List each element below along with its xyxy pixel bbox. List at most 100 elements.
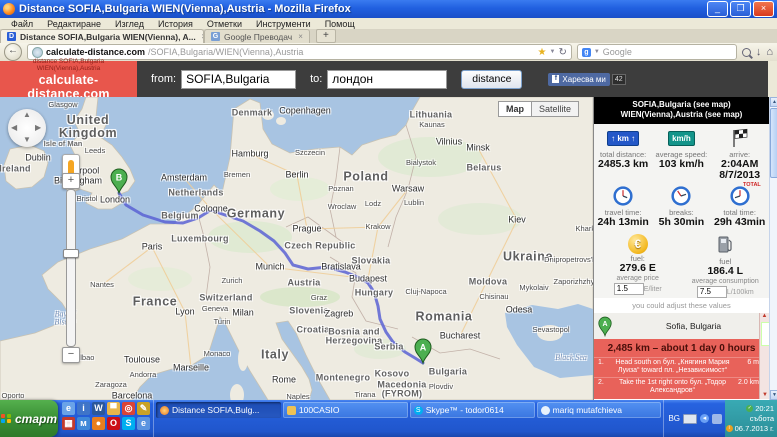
internet-explorer-icon[interactable]: e [62,402,75,415]
directions-origin-row[interactable]: A Sofia, Bulgaria [594,313,769,339]
start-button[interactable]: старт [0,400,58,437]
from-input[interactable] [181,70,296,89]
map-label: Czech Republic [284,241,355,250]
menu-item-2[interactable]: Изглед [108,19,151,29]
window-titlebar[interactable]: Distance SOFIA,Bulgaria WIEN(Vienna),Aus… [0,0,777,18]
site-identity-icon[interactable] [32,47,43,58]
tab-google-translate[interactable]: G Google Преводач × [204,29,310,43]
menu-item-0[interactable]: Файл [4,19,40,29]
menu-item-3[interactable]: История [151,19,200,29]
zoom-in-button[interactable]: + [62,173,80,189]
reload-icon[interactable]: ↻ [558,47,566,58]
home-icon[interactable]: ⌂ [766,46,773,58]
menu-item-5[interactable]: Инструменти [249,19,318,29]
site-logo[interactable]: distance SOFIA,Bulgaria WIEN(Vienna),Aus… [0,61,137,97]
facebook-like-count: 42 [612,74,626,85]
menu-item-1[interactable]: Редактиране [40,19,108,29]
map-label: Luxembourg [171,234,229,243]
map-label: Macedonia(FYROM) [377,381,426,400]
map-label: Netherlands [168,188,223,197]
tab-favicon: D [7,32,16,41]
tools-icon[interactable]: ✎ [137,402,150,415]
taskbar-button-folder[interactable]: 100CASIO [283,402,408,418]
tab-distance[interactable]: D Distance SOFIA,Bulgaria WIEN(Vienna), … [0,29,204,43]
direction-step[interactable]: 1. Head south on бул. „Княгиня Мария Луи… [594,357,769,377]
windows-logo-icon [1,414,11,424]
facebook-like-widget[interactable]: fХаресва ми 42 [548,73,625,86]
map-label: Zaragoza [95,381,127,389]
messenger-icon[interactable]: i [77,402,90,415]
fuel-consumption-input[interactable] [697,286,727,298]
directions-scroll-thumb[interactable] [761,322,769,346]
directions-scroll-down-icon[interactable]: ▼ [762,392,768,398]
stat-travel-time: travel time: 24h 13min [594,184,652,228]
origin-link[interactable]: SOFIA,Bulgaria (see map) [594,100,769,110]
search-bar[interactable]: g ▼ Google [577,44,737,60]
zoom-slider-handle[interactable] [63,249,79,258]
menu-item-6[interactable]: Помощ [318,19,362,29]
google-engine-icon[interactable]: g [582,48,591,57]
directions-scrollbar[interactable]: ▲▼ [759,313,769,399]
map-label: Vilnius [436,137,462,146]
close-button[interactable]: × [753,1,774,17]
distance-button[interactable]: distance [461,70,522,89]
scroll-thumb[interactable] [770,108,777,178]
tab-close-icon[interactable]: × [298,32,303,41]
map-type-button[interactable]: Map [498,101,532,117]
map-label: Switzerland [199,293,252,302]
restore-button[interactable]: ❐ [730,1,751,17]
switch-user-icon[interactable]: ▦ [62,417,75,430]
taskbar-button-firefox[interactable]: Distance SOFIA,Bulg... [156,402,281,418]
destination-link[interactable]: WIEN(Vienna),Austria (see map) [594,110,769,120]
zoom-out-button[interactable]: − [62,347,80,363]
facebook-like-label: Харесва ми [562,75,605,84]
to-input[interactable] [327,70,447,89]
collapse-tray-icon[interactable]: ◂ [700,414,709,423]
fuel-price-input[interactable] [614,283,644,295]
map-label: Isle of Man [44,140,83,148]
firefox-icon[interactable]: ● [92,417,105,430]
map-label: Budapest [349,274,387,283]
keyboard-icon[interactable] [683,414,697,424]
map-pan-control[interactable]: ▲ ▼ ◀ ▶ [8,109,46,147]
direction-step[interactable]: 2. Take the 1st right onto бул. „Тодор А… [594,377,769,397]
language-indicator[interactable]: BG [668,414,680,423]
map-label: Bratislava [321,262,361,271]
map-label: Cluj-Napoca [405,288,446,296]
downloads-icon[interactable]: ↓ [756,46,762,58]
pan-down-icon[interactable]: ▼ [23,135,31,144]
map-canvas[interactable]: B A UnitedKingdomGermanyFranceItalyPolan… [0,97,593,400]
folder-icon[interactable]: ▀ [107,402,120,415]
opera-icon[interactable]: O [107,417,120,430]
word-icon[interactable]: W [92,402,105,415]
explorer-icon[interactable]: e [137,417,150,430]
scroll-up-icon[interactable]: ▲ [770,97,777,107]
map-label: Bremen [224,171,250,179]
engine-dropdown-icon[interactable]: ▼ [594,49,600,55]
pan-right-icon[interactable]: ▶ [35,123,41,132]
map-label: Toulouse [124,355,160,364]
clock-break-icon [671,186,691,206]
map-label: Lithuania [410,110,453,119]
new-tab-button[interactable]: + [316,29,336,43]
chrome-icon[interactable]: ◎ [122,402,135,415]
scroll-down-icon[interactable]: ▼ [770,390,777,400]
stat-total-distance: ↑ km ↑ total distance: 2485.3 km [594,126,652,181]
browser-scrollbar[interactable]: ▲ ▼ [769,97,777,400]
pan-left-icon[interactable]: ◀ [11,123,17,132]
zoom-slider-track[interactable] [66,189,76,347]
url-dropdown-icon[interactable]: ▼ [550,49,556,55]
taskbar-button-skype-chat[interactable]: mariq mutafchieva [537,402,662,418]
bookmark-star-icon[interactable]: ★ [538,47,547,58]
skype-icon[interactable]: S [122,417,135,430]
map-label: Turin [214,318,231,326]
minimize-button[interactable]: _ [707,1,728,17]
pan-up-icon[interactable]: ▲ [23,110,31,119]
taskbar-button-skype[interactable]: S Skype™ - todor0614 [410,402,535,418]
search-go-icon[interactable] [742,48,751,57]
menu-item-4[interactable]: Отметки [200,19,249,29]
network-icon[interactable] [712,414,722,424]
tray-clock[interactable]: ✓20:21 събота i06.7.2013 г. [725,400,777,437]
satellite-type-button[interactable]: Satellite [532,101,579,117]
msn-icon[interactable]: м [77,417,90,430]
